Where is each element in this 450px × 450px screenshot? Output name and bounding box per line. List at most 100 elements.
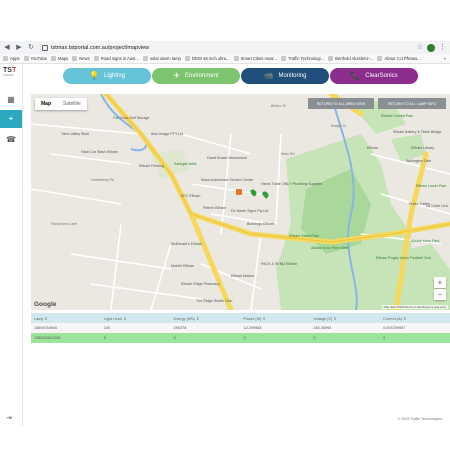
column-header[interactable]: Voltage (V) ⇕ [310, 316, 380, 321]
column-header[interactable]: Power (W) ⇕ [240, 316, 310, 321]
bookmark-item[interactable]: solar alarm lamp [142, 56, 181, 61]
bookmark-favicon-icon [377, 56, 383, 61]
map-type-map[interactable]: Map [35, 98, 57, 110]
forward-icon[interactable]: ▶ [14, 43, 24, 53]
bookmark-item[interactable]: Traffic Technologi... [281, 56, 324, 61]
bookmark-favicon-icon [3, 56, 8, 61]
map-type-satellite[interactable]: Satellite [57, 98, 87, 110]
tab-icon: 💡 [89, 71, 99, 80]
bookmark-item[interactable]: Road signs in Aust... [93, 56, 139, 61]
tab-label: Environment [185, 73, 219, 79]
bookmark-label: About Cct Phraso... [384, 56, 421, 61]
bookmark-favicon-icon [142, 56, 148, 61]
map-poi-label: The Ridge Health Club [196, 299, 233, 303]
logo-text-b: T [11, 67, 17, 74]
map-poi-label: Bolton St [271, 104, 286, 108]
footer-copyright: © 2019 Traffic Technologies [397, 417, 442, 421]
bookmarks-overflow[interactable]: » [444, 56, 450, 61]
map-poi-label: Harris Trade ONLY Plumbing Supplies [261, 182, 322, 186]
bookmark-item[interactable]: YouTube [23, 56, 48, 61]
tab-label: ClearSonics [365, 73, 398, 79]
bookmark-item[interactable]: Maps [51, 56, 68, 61]
return-area-view-button[interactable]: RETURN TO ALL AREA VIEW [308, 98, 374, 109]
profile-avatar[interactable] [427, 43, 435, 52]
table-cell: 0 [103, 336, 106, 340]
map-poi-label: Public Toilets [409, 202, 430, 206]
app: TST TRAFFIC ▦ ⌖ ☎ ⇥ 💡 Lighting ✈ Environmen… [0, 64, 450, 426]
tab-environment[interactable]: ✈ Environment [152, 68, 240, 84]
table-row[interactable]: 10894/8641206 0 0 0 0 0 [31, 333, 450, 343]
browser-url-bar: ◀ ▶ ↻ tstmax.tstportal.com.au/project/ma… [0, 41, 450, 54]
bookmark-label: Traffic Technologi... [288, 56, 325, 61]
bookmark-item[interactable]: About Cct Phraso... [377, 56, 421, 61]
column-header[interactable]: Light Level ⇕ [101, 316, 171, 321]
lamp-table: Lamp ⇕ Light Level ⇕ Energy (Wh) ⇕ Power (W… [31, 313, 450, 343]
map-poi-label: David Brown Mechanical [207, 156, 247, 160]
map-poi-label: Moss Automotive Service Centre [201, 178, 254, 182]
table-cell: 0 [383, 336, 386, 340]
main-content: 💡 Lighting ✈ Environment 📹 Monitoring 📞 ClearSo… [23, 64, 450, 426]
tab-lighting[interactable]: 💡 Lighting [63, 68, 151, 84]
map-attribution[interactable]: Map data ©2019 Terms of Use Report a map… [381, 305, 448, 309]
logout-icon[interactable]: ⇥ [6, 414, 12, 422]
browser-menu-icon[interactable]: ⋮ [439, 43, 446, 52]
map-poi-label: Auto Image PTY Ltd [151, 132, 184, 136]
back-icon[interactable]: ◀ [2, 43, 12, 53]
map-poi-label: Pellem Eltham [203, 206, 227, 210]
map-pin-icon[interactable]: ⌖ [0, 110, 22, 128]
bookmark-item[interactable]: Apps [3, 56, 20, 61]
bookmark-item[interactable]: Smart Cities Awar... [233, 56, 277, 61]
dashboard-icon[interactable]: ▦ [0, 90, 22, 108]
device-icon[interactable]: ☎ [0, 130, 22, 148]
bookmark-label: Maps [58, 56, 69, 61]
map-poi-label: Eltham Rugby Union Football Club [376, 256, 432, 260]
zoom-out-button[interactable]: − [434, 289, 446, 300]
map-poi-label: Eltham Skate Park [289, 234, 319, 238]
map-poi-label: Fort Knox Self Storage [113, 116, 150, 120]
map-view[interactable]: Fort Knox Self Storage Yarra Valley Steel… [31, 94, 450, 310]
map-poi-label: Havit Car Wash Eltham [81, 150, 119, 154]
map-poi-label: KFC Eltham [181, 194, 201, 198]
table-row[interactable]: 10894764940 100 290378 12.299988 245.36993 0.… [31, 323, 450, 333]
map-poi-label: Mobil's Eltham [171, 264, 195, 268]
bookmark-item[interactable]: Berthold Akzidenz-... [328, 56, 373, 61]
logo-subtext: TRAFFIC [3, 74, 14, 77]
bookmark-favicon-icon [51, 56, 57, 61]
map-poi-label: Eltham Central Park [381, 114, 414, 118]
bookmark-label: Apps [10, 56, 20, 61]
table-cell: 245.36993 [313, 326, 332, 330]
map-poi-label: Bunnings Eltham [247, 222, 275, 226]
tab-clearsonics[interactable]: 📞 ClearSonics [330, 68, 418, 84]
column-header[interactable]: Lamp ⇕ [31, 316, 101, 321]
bookmark-label: Road signs in Aust... [100, 56, 139, 61]
map-poi-label: PACK & SEND Eltham [261, 262, 298, 266]
lamp-marker-orange[interactable] [236, 189, 242, 195]
tab-icon: 📞 [350, 71, 361, 80]
tab-label: Lighting [103, 73, 125, 79]
map-poi-label: Alistair Knox Park West [311, 246, 349, 250]
map-poi-label: Karingal Vallis [174, 162, 197, 166]
return-lamp-info-button[interactable]: RETURN TO ALL LAMP INFO [378, 98, 446, 109]
bookmark-item[interactable]: DDW 48 Inch ultra... [184, 56, 230, 61]
lock-icon [42, 44, 48, 51]
bookmark-label: YouTube [30, 56, 48, 61]
tab-icon: ✈ [173, 71, 180, 80]
bookmark-favicon-icon [23, 56, 29, 61]
url-text[interactable]: tstmax.tstportal.com.au/project/mapview [51, 45, 149, 51]
logo: TST TRAFFIC [3, 67, 20, 77]
reload-icon[interactable]: ↻ [26, 43, 36, 53]
tab-monitoring[interactable]: 📹 Monitoring [241, 68, 329, 84]
bookmark-item[interactable]: News [72, 56, 90, 61]
map-poi-label: Alistair Knox Park [411, 239, 440, 243]
table-header: Lamp ⇕ Light Level ⇕ Energy (Wh) ⇕ Power (W… [31, 313, 450, 323]
column-header[interactable]: Energy (Wh) ⇕ [171, 316, 241, 321]
table-cell: 0 [313, 336, 316, 340]
table-cell: 10894/8641206 [34, 336, 61, 340]
table-cell: 10894764940 [34, 326, 58, 330]
table-cell: 290378 [173, 326, 187, 330]
column-header[interactable]: Current (A) ⇕ [380, 316, 450, 321]
bookmark-star-icon[interactable]: ☆ [417, 43, 423, 52]
zoom-in-button[interactable]: + [434, 277, 446, 288]
bookmark-favicon-icon [233, 56, 239, 61]
map-poi-label: Eltham Fencing [139, 164, 164, 168]
